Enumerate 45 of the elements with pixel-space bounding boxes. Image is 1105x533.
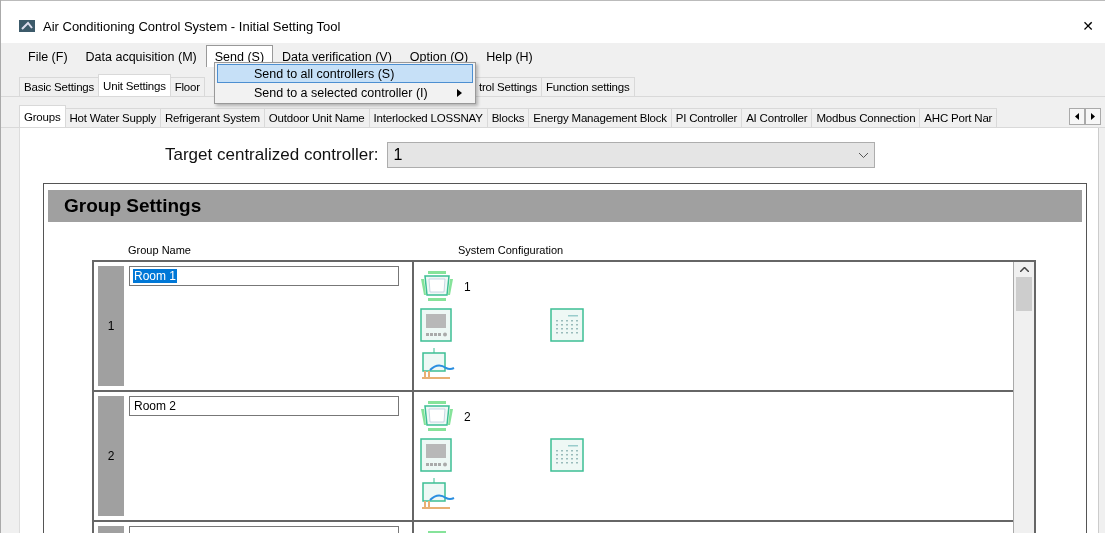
- tab[interactable]: Energy Management Block: [528, 108, 672, 127]
- triangle-left-icon: [1075, 113, 1079, 120]
- menu-item[interactable]: Help (H): [477, 45, 542, 67]
- tab[interactable]: Refrigerant System: [160, 108, 265, 127]
- menu-option[interactable]: Send to a selected controller (I): [217, 83, 473, 102]
- window-title: Air Conditioning Control System - Initial Setting Tool: [43, 18, 342, 34]
- cassette-unit-icon: [420, 270, 454, 302]
- unit-number: 2: [464, 410, 472, 424]
- keypad-controller-icon: [550, 308, 584, 342]
- keypad-controller-icon: [550, 438, 584, 472]
- app-icon: [19, 20, 35, 32]
- chevron-up-icon: [1019, 267, 1029, 272]
- tab[interactable]: Unit Settings: [98, 74, 171, 96]
- tab[interactable]: trol Settings: [473, 77, 542, 96]
- unit-number: 1: [464, 280, 472, 294]
- scroll-right-button[interactable]: [1085, 108, 1101, 125]
- tab[interactable]: Function settings: [541, 77, 635, 96]
- water-heater-icon: [420, 348, 456, 380]
- scrollbar-thumb[interactable]: [1016, 277, 1032, 311]
- submenu-arrow-icon: [457, 88, 462, 97]
- remote-controller-icon: [420, 438, 452, 472]
- menu-item[interactable]: Data acquisition (M): [76, 45, 206, 67]
- water-heater-icon: [420, 478, 456, 510]
- group-name-field[interactable]: Room 2: [129, 396, 399, 416]
- menu-item[interactable]: File (F): [19, 45, 77, 67]
- row-number: 2: [98, 396, 124, 516]
- column-header: Group Name: [128, 244, 192, 256]
- remote-controller-icon: [420, 308, 452, 342]
- group-name-field[interactable]: Room 1: [129, 266, 399, 286]
- triangle-right-icon: [1091, 113, 1095, 120]
- scroll-left-button[interactable]: [1069, 108, 1085, 125]
- field-label: Target centralized controller:: [165, 145, 379, 165]
- menu-option[interactable]: Send to all controllers (S): [217, 64, 473, 83]
- chevron-down-icon: [858, 152, 868, 158]
- tab[interactable]: Basic Settings: [19, 77, 100, 96]
- column-header: System Configuration: [458, 244, 565, 256]
- tab[interactable]: Hot Water Supply: [64, 108, 161, 127]
- tab[interactable]: AHC Port Nar: [919, 108, 998, 127]
- panel-title: Group Settings: [48, 190, 1082, 222]
- tab[interactable]: Floor: [169, 77, 205, 96]
- row-number: 1: [98, 266, 124, 386]
- close-button[interactable]: ✕: [1073, 18, 1103, 34]
- tab[interactable]: Groups: [19, 105, 66, 127]
- controller-dropdown[interactable]: 1: [386, 142, 875, 168]
- cassette-unit-icon: [420, 400, 454, 432]
